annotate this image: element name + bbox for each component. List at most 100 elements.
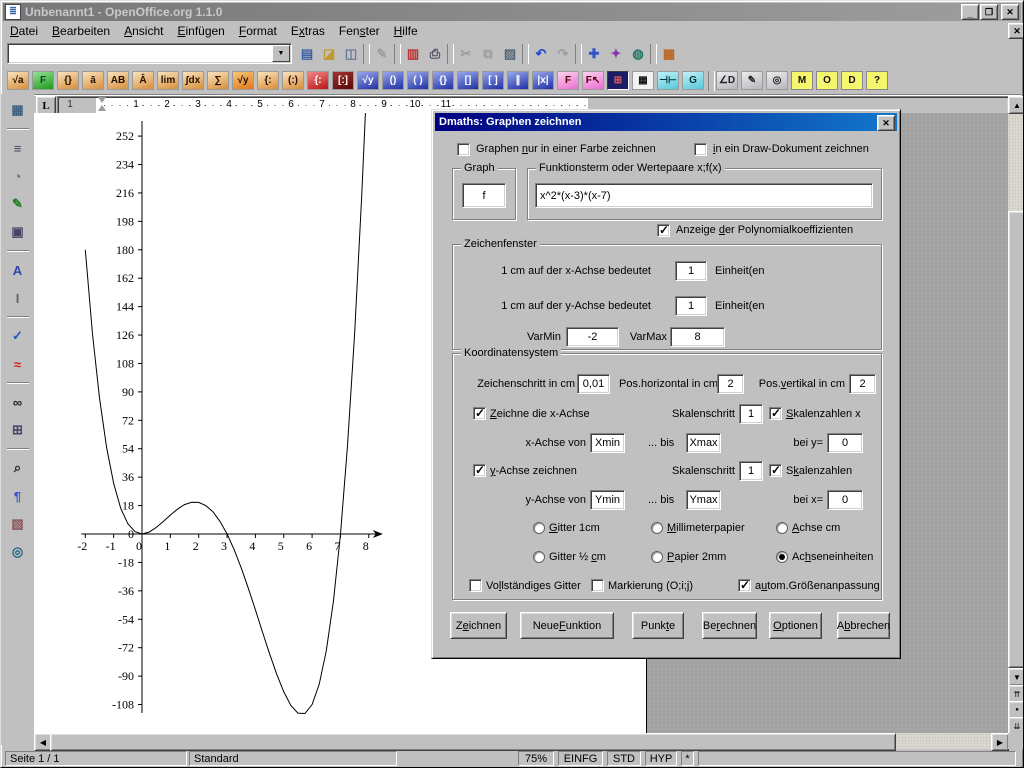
- menu-item-4[interactable]: Format: [232, 22, 284, 40]
- radio-gitter-halb-cm[interactable]: [533, 551, 545, 563]
- dmaths-bracket-small-icon[interactable]: []: [457, 71, 479, 90]
- find-replace-icon[interactable]: ∞: [6, 391, 30, 413]
- radio-gitter-1cm[interactable]: [533, 522, 545, 534]
- dmaths-integral-icon[interactable]: ∫dx: [182, 71, 204, 90]
- nonprinting-chars-icon[interactable]: ¶: [6, 485, 30, 507]
- maximize-button[interactable]: ❐: [980, 4, 998, 20]
- open-icon[interactable]: ◪: [318, 43, 340, 64]
- dmaths-function-edit-icon[interactable]: F↖: [582, 71, 604, 90]
- insert-fields-icon[interactable]: ≡: [6, 137, 30, 159]
- dialog-title-bar[interactable]: Dmaths: Graphen zeichnen ✕: [435, 113, 897, 131]
- direct-cursor-icon[interactable]: I: [6, 287, 30, 309]
- dmaths-graph-window-icon[interactable]: ⊞: [607, 71, 629, 90]
- polynomial-coefficients-checkbox[interactable]: [657, 224, 670, 237]
- combo-dropdown-icon[interactable]: ▼: [272, 45, 290, 62]
- insert-table-icon[interactable]: ▦: [6, 99, 30, 121]
- dmaths-m-icon[interactable]: M: [791, 71, 813, 90]
- dmaths-unit-axes-icon[interactable]: ⊣⊢: [657, 71, 679, 90]
- check-autom-groessenanpassung[interactable]: [738, 579, 751, 592]
- indent-marker[interactable]: [98, 97, 107, 112]
- status-insert-mode[interactable]: EINFG: [558, 751, 603, 766]
- y-axis-checkbox[interactable]: [473, 464, 486, 477]
- menu-item-6[interactable]: Fenster: [332, 22, 387, 40]
- radio-achse-cm[interactable]: [776, 522, 788, 534]
- export-pdf-icon[interactable]: ▥: [402, 43, 424, 64]
- horizontal-scrollbar[interactable]: ◀ ▶: [34, 733, 1008, 749]
- zeichnen-button[interactable]: Zeichnen: [450, 612, 507, 639]
- y-from-field[interactable]: Ymin: [590, 490, 625, 510]
- autospellcheck-icon[interactable]: ≈: [6, 353, 30, 375]
- x-axis-checkbox[interactable]: [473, 407, 486, 420]
- status-selection-mode[interactable]: STD: [607, 751, 641, 766]
- scroll-down-icon[interactable]: ▼: [1008, 668, 1024, 686]
- dmaths-braces-icon[interactable]: {}: [57, 71, 79, 90]
- status-page-style[interactable]: Standard: [189, 751, 397, 766]
- save-icon[interactable]: ◫: [340, 43, 362, 64]
- scroll-up-icon[interactable]: ▲: [1008, 96, 1024, 114]
- draw-document-checkbox[interactable]: [694, 143, 707, 156]
- menu-item-0[interactable]: Datei: [3, 22, 45, 40]
- dialog-close-icon[interactable]: ✕: [877, 115, 895, 131]
- skalenzahlen-x-checkbox[interactable]: [769, 407, 782, 420]
- zeichenschritt-field[interactable]: 0,01: [577, 374, 610, 394]
- dmaths-bracket-big-icon[interactable]: [ ]: [482, 71, 504, 90]
- menu-item-2[interactable]: Ansicht: [117, 22, 170, 40]
- graph-name-field[interactable]: f: [462, 183, 506, 208]
- hyperlink-icon[interactable]: ◍: [627, 43, 649, 64]
- menu-item-5[interactable]: Extras: [284, 22, 332, 40]
- dmaths-segment-icon[interactable]: AB: [107, 71, 129, 90]
- title-bar[interactable]: ≣ Unbenannt1 - OpenOffice.org 1.1.0 _ ❐ …: [3, 3, 1021, 21]
- abbrechen-button[interactable]: Abbrechen: [837, 612, 890, 639]
- varmax-field[interactable]: 8: [670, 327, 725, 347]
- y-to-field[interactable]: Ymax: [686, 490, 721, 510]
- dmaths-function-icon[interactable]: F: [32, 71, 54, 90]
- radio-millimeterpapier[interactable]: [651, 522, 663, 534]
- print-icon[interactable]: ⎙: [424, 43, 446, 64]
- pos-vertikal-field[interactable]: 2: [849, 374, 876, 394]
- dmaths-root-icon[interactable]: √y: [232, 71, 254, 90]
- dmaths-sqrt-a-icon[interactable]: √a: [7, 71, 29, 90]
- paste-icon[interactable]: ▨: [499, 43, 521, 64]
- dmaths-system-red-icon[interactable]: {:: [307, 71, 329, 90]
- autotext-icon[interactable]: A: [6, 259, 30, 281]
- url-combo-box[interactable]: ▼: [7, 43, 292, 64]
- dmaths-paren-small-icon[interactable]: (): [382, 71, 404, 90]
- dmaths-abs-icon[interactable]: |x|: [532, 71, 554, 90]
- draw-functions-icon[interactable]: ✎: [6, 193, 30, 215]
- dmaths-norm-icon[interactable]: ∥: [507, 71, 529, 90]
- new-document-icon[interactable]: ▤: [296, 43, 318, 64]
- dmaths-paren-big-icon[interactable]: ( ): [407, 71, 429, 90]
- dmaths-angle-measure-icon[interactable]: ∠D: [716, 71, 738, 90]
- dmaths-grid-icon[interactable]: ▦: [632, 71, 654, 90]
- scroll-right-icon[interactable]: ▶: [991, 733, 1009, 751]
- skalenzahlen-y-checkbox[interactable]: [769, 464, 782, 477]
- x-from-field[interactable]: Xmin: [590, 433, 625, 453]
- data-sources-icon[interactable]: ⊞: [6, 419, 30, 441]
- status-hyperlink-mode[interactable]: HYP: [645, 751, 677, 766]
- dmaths-o-icon[interactable]: O: [816, 71, 838, 90]
- dmaths-g-icon[interactable]: G: [682, 71, 704, 90]
- berechnen-button[interactable]: Berechnen: [702, 612, 757, 639]
- dmaths-sum-icon[interactable]: ∑: [207, 71, 229, 90]
- dmaths-d-icon[interactable]: D: [841, 71, 863, 90]
- spellcheck-icon[interactable]: ✓: [6, 325, 30, 347]
- menu-item-3[interactable]: Einfügen: [170, 22, 231, 40]
- optionen-button[interactable]: Optionen: [769, 612, 822, 639]
- skalenschritt-x-field[interactable]: 1: [739, 404, 763, 424]
- check-markierung[interactable]: [591, 579, 604, 592]
- bei-x-field[interactable]: 0: [827, 490, 863, 510]
- dmaths-vector-icon[interactable]: ā: [82, 71, 104, 90]
- navigator-icon[interactable]: ✚: [583, 43, 605, 64]
- insert-object-icon[interactable]: ◔: [6, 165, 30, 187]
- dmaths-system-icon[interactable]: {:: [257, 71, 279, 90]
- zoom-icon[interactable]: ⌕: [6, 457, 30, 479]
- single-color-checkbox[interactable]: [457, 143, 470, 156]
- dmaths-root-blue-icon[interactable]: √y: [357, 71, 379, 90]
- status-zoom[interactable]: 75%: [518, 751, 554, 766]
- radio-achseneinheiten[interactable]: [776, 551, 788, 563]
- dmaths-matrix-icon[interactable]: (:): [282, 71, 304, 90]
- dmaths-angle-icon[interactable]: Â: [132, 71, 154, 90]
- graphics-toggle-icon[interactable]: ▧: [6, 513, 30, 535]
- punkte-button[interactable]: Punkte: [632, 612, 684, 639]
- horizontal-scroll-thumb[interactable]: [50, 733, 896, 751]
